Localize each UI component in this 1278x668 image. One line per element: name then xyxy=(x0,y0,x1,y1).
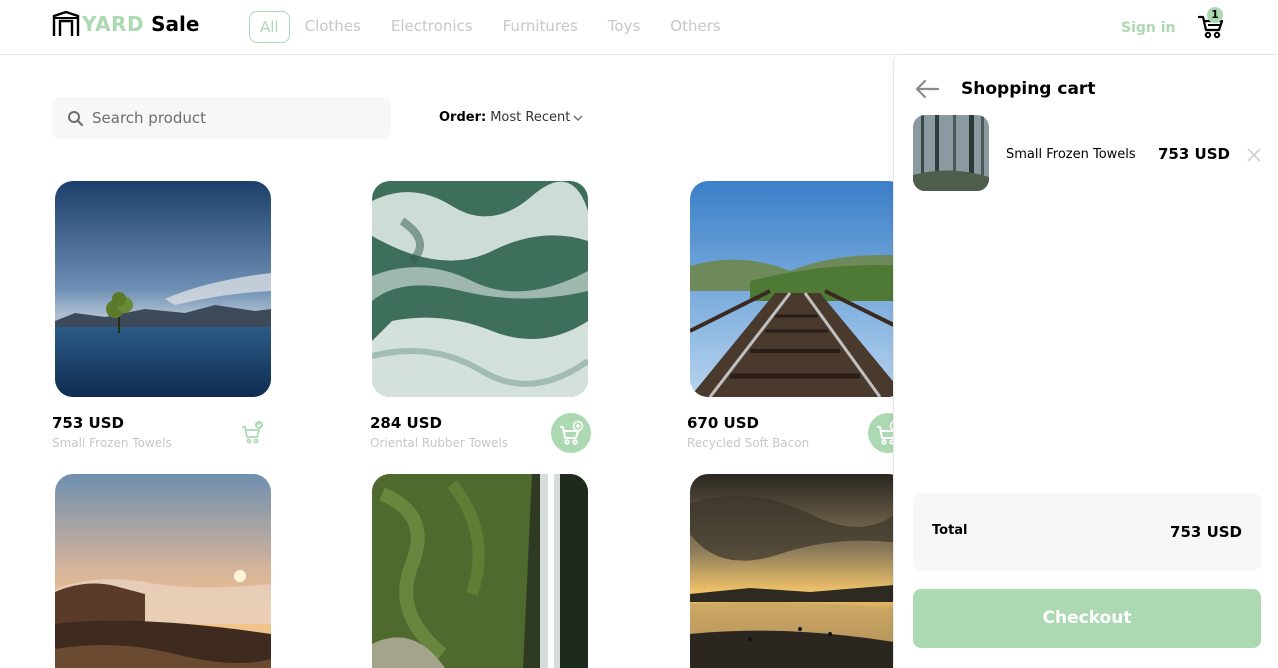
cart-title: Shopping cart xyxy=(961,79,1096,99)
sign-in-link[interactable]: Sign in xyxy=(1121,20,1176,36)
total-value: 753 USD xyxy=(1170,523,1242,541)
product-card xyxy=(687,474,927,668)
category-nav: All Clothes Electronics Furnitures Toys … xyxy=(249,11,751,43)
product-image-beach-sunset[interactable] xyxy=(690,474,906,668)
product-card xyxy=(52,474,292,668)
product-card: 753 USD Small Frozen Towels xyxy=(52,181,292,461)
product-image-lake-tree[interactable] xyxy=(55,181,271,397)
search-bar xyxy=(52,97,391,139)
product-name: Oriental Rubber Towels xyxy=(370,436,509,450)
product-name: Small Frozen Towels xyxy=(52,436,172,450)
storefront-icon xyxy=(52,11,80,36)
search-icon xyxy=(68,110,84,126)
logo-sale-text: Sale xyxy=(151,12,200,36)
search-input[interactable] xyxy=(92,109,372,127)
cart-total-box: Total 753 USD xyxy=(913,493,1261,571)
cart-item: Small Frozen Towels 753 USD xyxy=(913,115,1263,191)
chevron-down-icon xyxy=(573,115,583,121)
product-price: 670 USD xyxy=(687,414,759,432)
product-image-railway-bridge[interactable] xyxy=(690,181,906,397)
cart-added-icon xyxy=(242,421,263,444)
nav-item-others[interactable]: Others xyxy=(670,11,720,43)
product-price: 753 USD xyxy=(52,414,124,432)
add-to-cart-icon xyxy=(560,420,584,445)
product-price: 284 USD xyxy=(370,414,442,432)
logo-yard-text: YARD xyxy=(82,12,145,36)
cart-item-name: Small Frozen Towels xyxy=(1006,147,1136,162)
product-card: 670 USD Recycled Soft Bacon xyxy=(687,181,927,461)
nav-item-all[interactable]: All xyxy=(249,11,290,43)
product-image-sunset-mountain[interactable] xyxy=(55,474,271,668)
shopping-cart-panel: Shopping cart Small Frozen Towels 753 US… xyxy=(893,55,1278,668)
add-to-cart-button[interactable] xyxy=(551,413,591,453)
order-value: Most Recent xyxy=(490,110,571,125)
top-navbar: YARD Sale All Clothes Electronics Furnit… xyxy=(0,0,1278,55)
cart-item-image-foggy-forest xyxy=(913,115,989,191)
cart-item-price: 753 USD xyxy=(1158,145,1230,163)
arrow-left-icon[interactable] xyxy=(914,79,940,99)
order-label: Order: xyxy=(439,110,487,125)
nav-item-clothes[interactable]: Clothes xyxy=(305,11,361,43)
product-image-ocean-waves[interactable] xyxy=(372,181,588,397)
close-icon[interactable] xyxy=(1246,147,1262,163)
yard-sale-logo[interactable]: YARD Sale xyxy=(52,10,199,38)
nav-item-furnitures[interactable]: Furnitures xyxy=(503,11,578,43)
product-image-waterfall[interactable] xyxy=(372,474,588,668)
product-card xyxy=(370,474,610,668)
nav-item-toys[interactable]: Toys xyxy=(608,11,640,43)
total-label: Total xyxy=(932,523,968,538)
product-card: 284 USD Oriental Rubber Towels xyxy=(370,181,610,461)
nav-item-electronics[interactable]: Electronics xyxy=(391,11,473,43)
order-dropdown[interactable]: Order: Most Recent xyxy=(439,110,583,125)
checkout-button[interactable]: Checkout xyxy=(913,589,1261,648)
added-to-cart-button[interactable] xyxy=(232,413,272,453)
cart-count-badge: 1 xyxy=(1207,7,1223,23)
product-name: Recycled Soft Bacon xyxy=(687,436,810,450)
